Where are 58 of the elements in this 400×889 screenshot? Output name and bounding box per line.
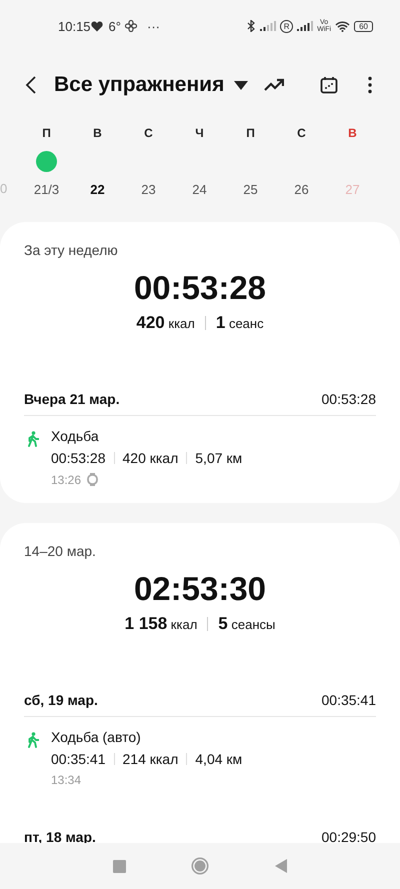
day-label: Вчера 21 мар.	[24, 391, 120, 407]
back-icon[interactable]	[25, 75, 37, 95]
total-duration: 00:53:28	[132, 269, 268, 307]
roaming-badge: R	[280, 20, 294, 32]
signal-icon	[297, 21, 314, 31]
summary-stat: 420 ккал	[136, 313, 195, 333]
summary-stat: 1 158 ккал	[124, 614, 198, 634]
total-duration: 02:53:30	[132, 570, 268, 608]
bluetooth-icon	[247, 20, 256, 32]
workout-time: 13:34	[51, 773, 82, 787]
weekday-label: В	[92, 126, 103, 140]
weekday-label: С	[296, 126, 307, 140]
workout-distance: 5,07 км	[195, 450, 242, 466]
heart-icon	[90, 20, 103, 32]
trend-icon[interactable]	[264, 78, 284, 92]
caret-icon	[234, 80, 248, 90]
walking-icon	[27, 732, 39, 748]
day-label: пт, 18 мар.	[24, 829, 96, 845]
date-label[interactable]: 21/3	[34, 182, 60, 196]
weekday-label: В	[347, 126, 358, 140]
day-total: 00:29:50	[322, 829, 376, 845]
date-label[interactable]: 23	[141, 182, 156, 196]
wifi-icon	[335, 20, 350, 32]
date-label[interactable]: 25	[243, 182, 258, 196]
battery-indicator: 60	[354, 20, 373, 32]
workout-time: 13:26	[51, 472, 82, 486]
weekday-label: Ч	[194, 126, 205, 140]
date-label[interactable]: 26	[294, 182, 309, 196]
walking-icon	[27, 431, 39, 447]
period-label: За эту неделю	[24, 242, 119, 258]
fan-icon	[124, 20, 137, 32]
workout-duration: 00:35:41	[51, 751, 106, 767]
temperature: 6°	[108, 18, 121, 34]
status-time: 10:15	[58, 18, 91, 34]
day-total: 00:35:41	[322, 692, 376, 708]
more-options-icon[interactable]	[368, 76, 372, 94]
weekday-label: П	[41, 126, 52, 140]
day-total: 00:53:28	[322, 391, 376, 407]
day-label: сб, 19 мар.	[24, 692, 98, 708]
workout-entry[interactable]: Ходьба (авто) 00:35:41 214 ккал 4,04 км 13:34	[24, 717, 376, 787]
summary-stat: 5 сеансы	[218, 614, 276, 634]
workout-name: Ходьба	[51, 428, 100, 444]
signal-icon	[260, 21, 276, 31]
period-label: 14–20 мар.	[24, 543, 97, 559]
exercise-filter-dropdown[interactable]: Все упражнения	[54, 73, 248, 97]
workout-calories: 420 ккал	[122, 450, 178, 466]
weekday-label: С	[143, 126, 154, 140]
workout-distance: 4,04 км	[195, 751, 242, 767]
workout-duration: 00:53:28	[51, 450, 106, 466]
weekday-label: П	[245, 126, 256, 140]
workout-entry[interactable]: Ходьба 00:53:28 420 ккал 5,07 км 13:26	[24, 416, 376, 487]
workout-name: Ходьба (авто)	[51, 729, 142, 745]
date-label[interactable]: 22	[90, 182, 105, 196]
more-notifications: ···	[146, 18, 160, 34]
summary-stat: 1 сеанс	[216, 313, 264, 333]
calendar-icon[interactable]	[320, 76, 338, 94]
workout-calories: 214 ккал	[122, 751, 178, 767]
date-label[interactable]: 24	[192, 182, 207, 196]
